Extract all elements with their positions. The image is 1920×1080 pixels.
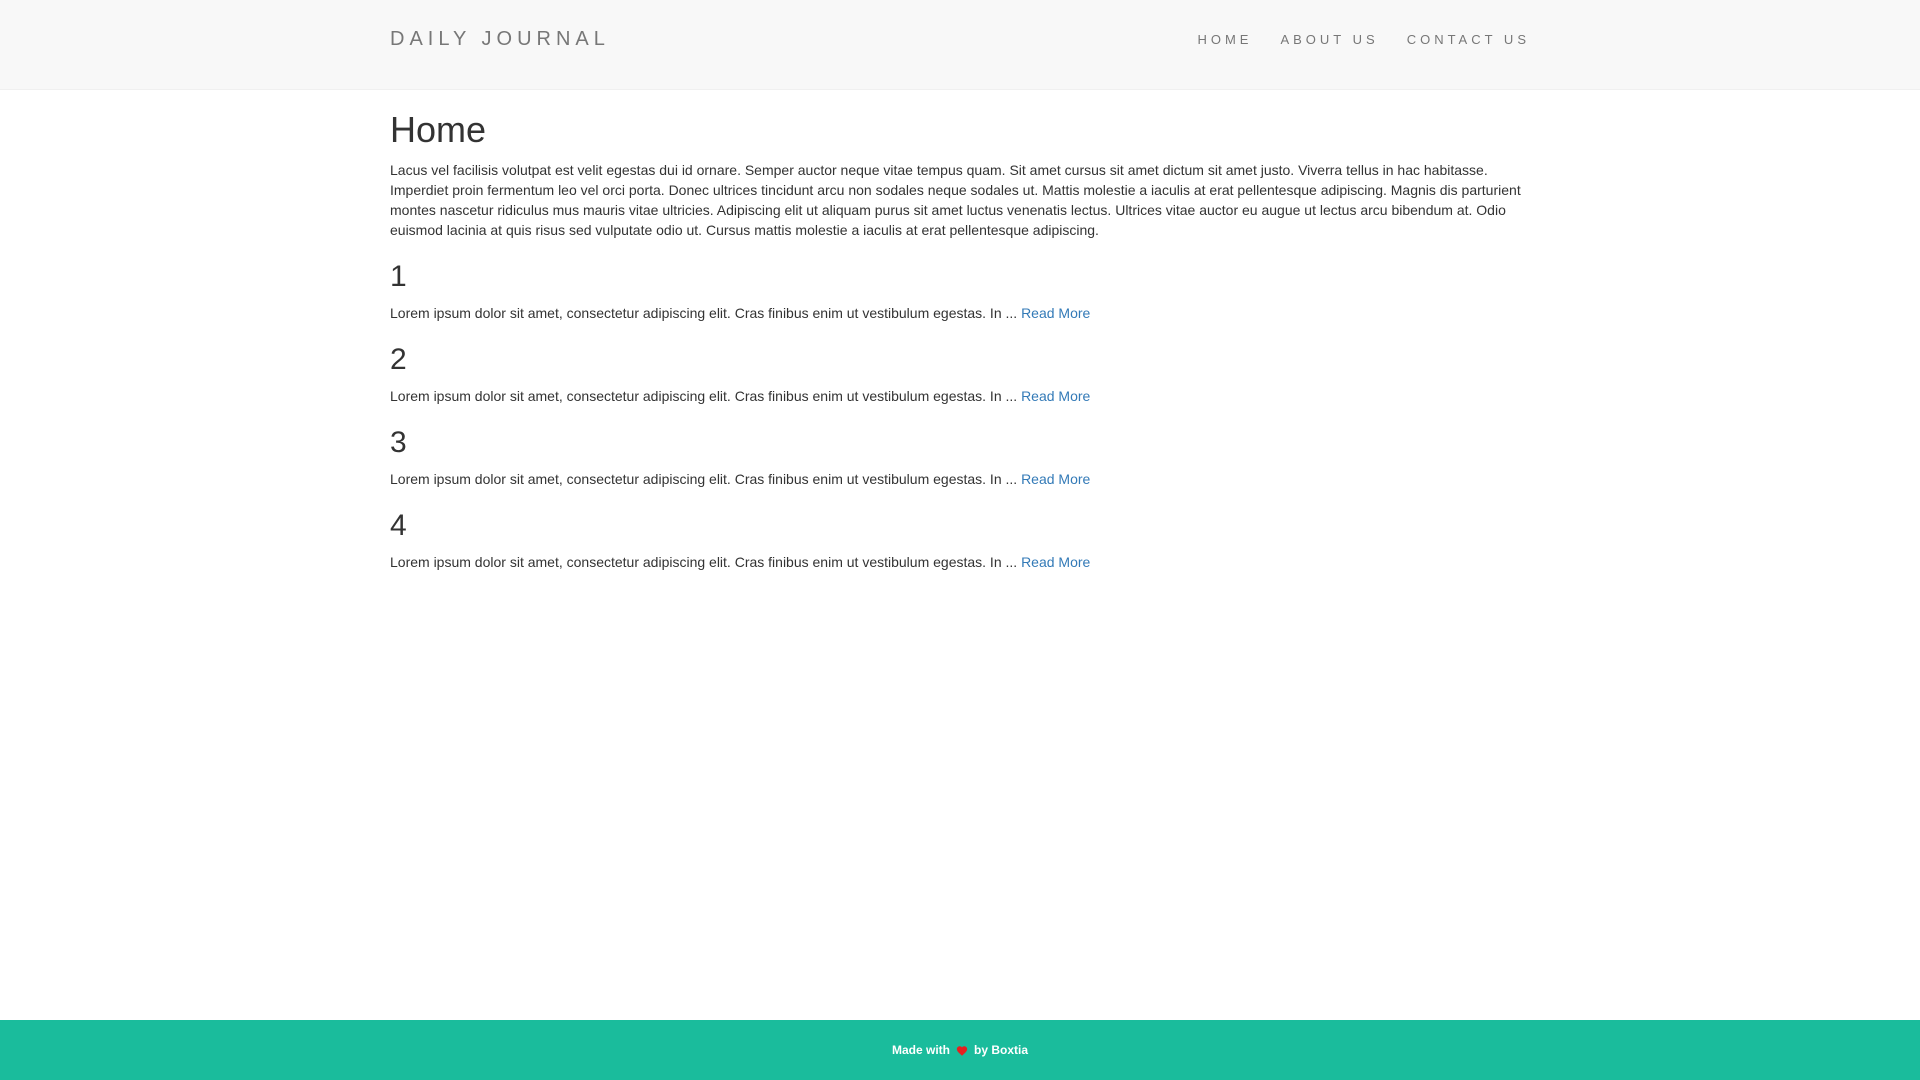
post-item: 2 Lorem ipsum dolor sit amet, consectetu… [390, 343, 1530, 406]
post-excerpt-text: Lorem ipsum dolor sit amet, consectetur … [390, 388, 1022, 404]
post-excerpt-text: Lorem ipsum dolor sit amet, consectetur … [390, 471, 1022, 487]
post-excerpt: Lorem ipsum dolor sit amet, consectetur … [390, 552, 1530, 572]
navbar: DAILY JOURNAL HOME ABOUT US CONTACT US [0, 0, 1920, 90]
nav-item-contact: CONTACT US [1379, 32, 1530, 48]
post-title: 4 [390, 509, 407, 542]
main-content: Home Lacus vel facilisis volutpat est ve… [390, 89, 1530, 582]
post-excerpt: Lorem ipsum dolor sit amet, consectetur … [390, 303, 1530, 323]
read-more-link[interactable]: Read More [1021, 471, 1090, 487]
post-title: 3 [390, 426, 407, 459]
nav-links: HOME ABOUT US CONTACT US [1169, 32, 1530, 48]
heart-icon [956, 1045, 968, 1057]
post-item: 1 Lorem ipsum dolor sit amet, consectetu… [390, 260, 1530, 323]
footer-author: by Boxtia [974, 1043, 1029, 1057]
page-title: Home [390, 109, 487, 150]
footer-made-with: Made with [891, 1043, 950, 1057]
post-title: 1 [390, 260, 407, 293]
post-excerpt-text: Lorem ipsum dolor sit amet, consectetur … [390, 554, 1022, 570]
post-excerpt: Lorem ipsum dolor sit amet, consectetur … [390, 469, 1530, 489]
nav-link-about-us[interactable]: ABOUT US [1280, 32, 1378, 48]
nav-item-home: HOME [1169, 32, 1252, 48]
post-item: 3 Lorem ipsum dolor sit amet, consectetu… [390, 426, 1530, 489]
post-title: 2 [390, 343, 407, 376]
brand-link[interactable]: DAILY JOURNAL [390, 27, 610, 51]
read-more-link[interactable]: Read More [1021, 305, 1090, 321]
footer: Made with by Boxtia [0, 1020, 1920, 1080]
nav-item-about: ABOUT US [1252, 32, 1378, 48]
post-excerpt-text: Lorem ipsum dolor sit amet, consectetur … [390, 305, 1022, 321]
read-more-link[interactable]: Read More [1021, 554, 1090, 570]
intro-paragraph: Lacus vel facilisis volutpat est velit e… [390, 162, 1521, 238]
post-excerpt: Lorem ipsum dolor sit amet, consectetur … [390, 386, 1530, 406]
nav-link-home[interactable]: HOME [1197, 32, 1252, 48]
nav-link-contact-us[interactable]: CONTACT US [1407, 32, 1530, 48]
read-more-link[interactable]: Read More [1021, 388, 1090, 404]
post-item: 4 Lorem ipsum dolor sit amet, consectetu… [390, 509, 1530, 572]
